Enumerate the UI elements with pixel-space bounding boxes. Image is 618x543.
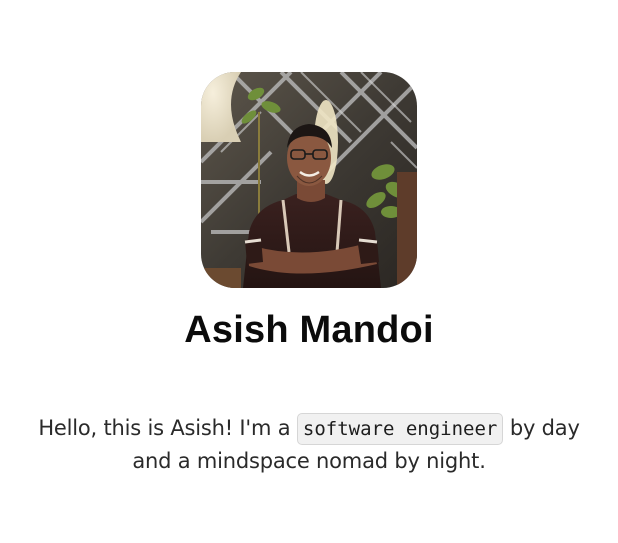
profile-photo <box>201 72 417 288</box>
job-title-code: software engineer <box>296 413 504 445</box>
avatar <box>201 72 417 288</box>
bio-text: Hello, this is Asish! I'm a software eng… <box>20 412 598 478</box>
bio-text-before: Hello, this is Asish! I'm a <box>38 416 297 440</box>
profile-name: Asish Mandoi <box>184 309 434 351</box>
profile-card: Asish Mandoi Hello, this is Asish! I'm a… <box>0 0 618 543</box>
